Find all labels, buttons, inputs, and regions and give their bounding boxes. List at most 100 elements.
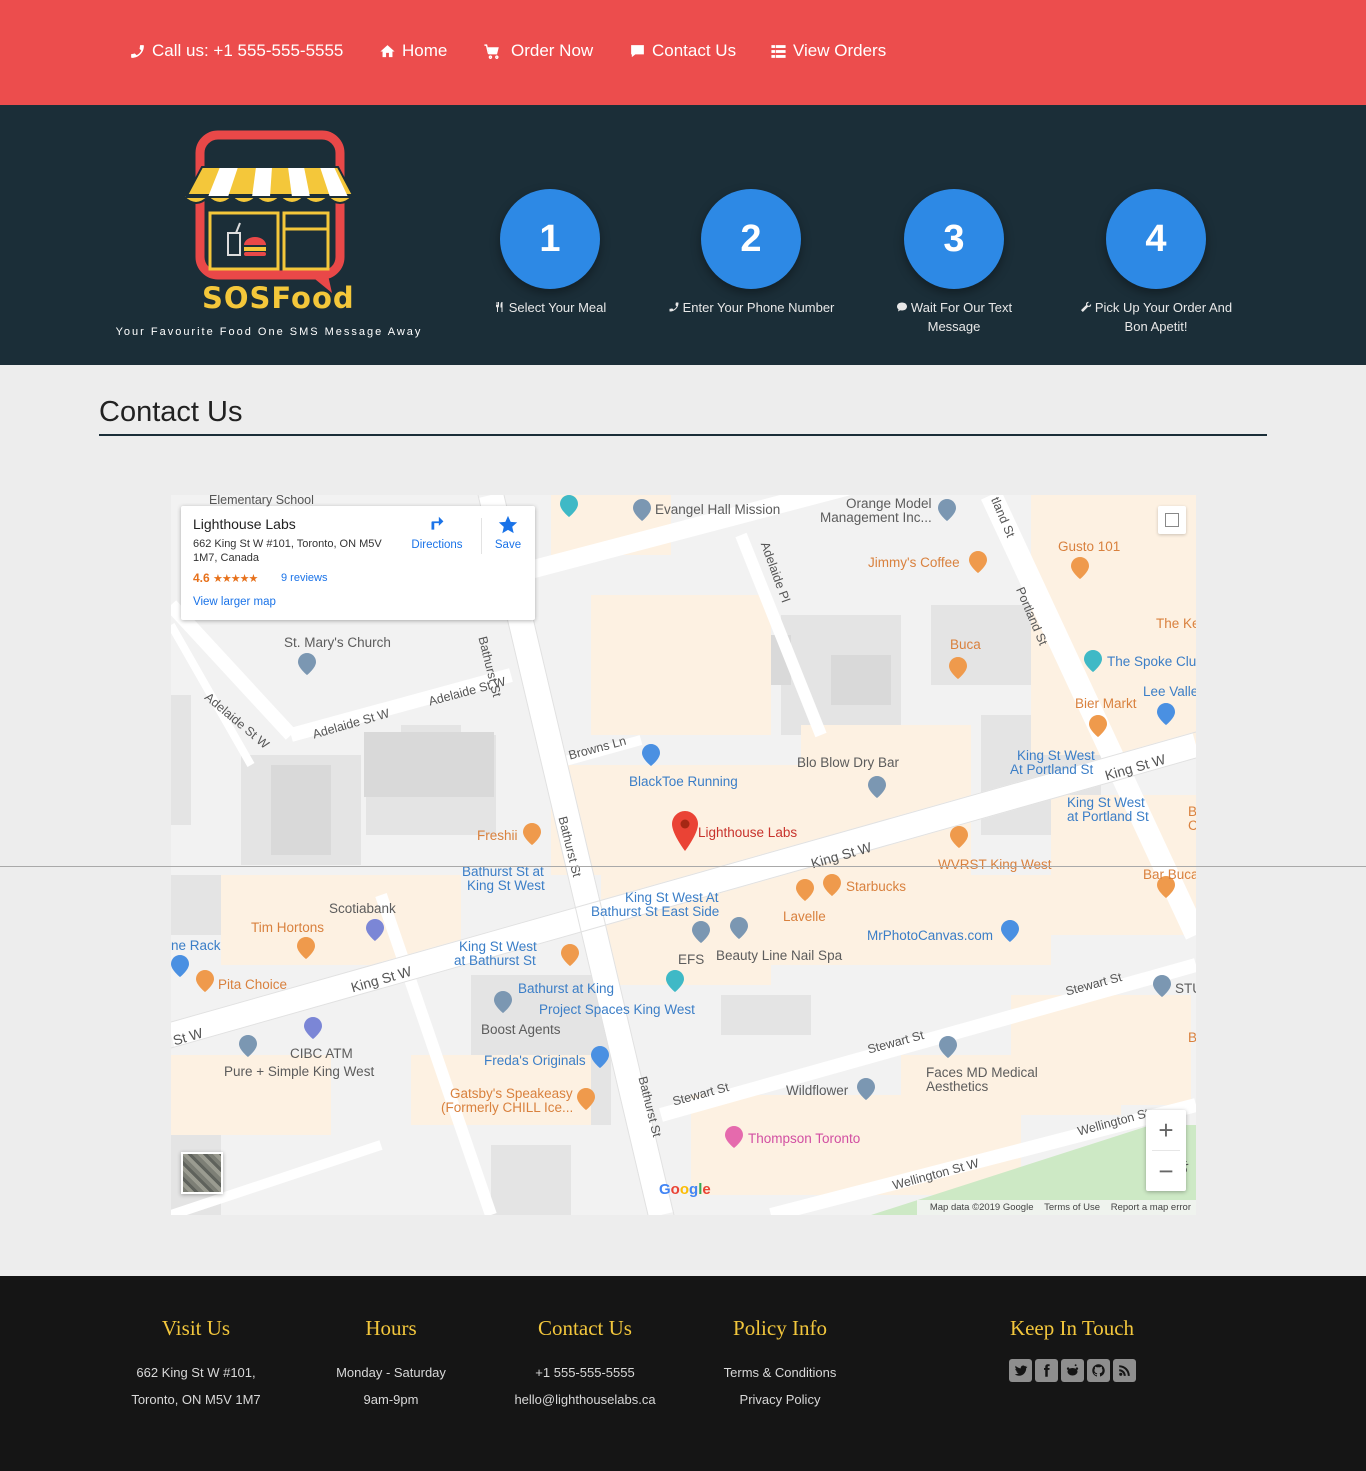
map-label: King St West: [1017, 748, 1095, 763]
restaurant-pin-icon: [950, 826, 968, 848]
reddit-icon[interactable]: [1060, 1359, 1084, 1382]
map-label: King St West: [467, 878, 545, 893]
map-label: The Spoke Clu: [1107, 654, 1196, 669]
github-icon[interactable]: [1086, 1359, 1110, 1382]
google-map[interactable]: Lighthouse Labs 662 King St W #101, Toro…: [171, 495, 1196, 1215]
map-label: Bier Markt: [1075, 696, 1137, 711]
wrench-icon: [1080, 301, 1091, 312]
cafe-pin-icon: [297, 937, 315, 959]
map-label: C: [1188, 818, 1196, 833]
map-label: MrPhotoCanvas.com: [867, 928, 994, 943]
privacy-link[interactable]: Privacy Policy: [682, 1386, 878, 1413]
title-divider: [99, 434, 1267, 436]
map-label: ne Rack: [171, 938, 221, 953]
place-rating: 4.6 ★★★★★: [193, 571, 258, 585]
call-us-link[interactable]: Call us: +1 555-555-5555: [129, 41, 343, 61]
comment-icon: [631, 44, 644, 57]
shopping-pin-icon: [642, 744, 660, 766]
step-label: Pick Up Your Order And Bon Apetit!: [1071, 298, 1241, 336]
poi-pin-icon: [633, 499, 651, 521]
card-separator: [481, 518, 482, 554]
map-label: Faces MD Medical: [926, 1065, 1038, 1080]
rating-stars: ★★★★★: [213, 573, 258, 585]
home-icon: [380, 44, 395, 57]
map-label: Starbucks: [846, 879, 907, 894]
poi-pin-icon: [692, 921, 710, 943]
location-marker-icon: [672, 811, 698, 851]
save-button[interactable]: Save: [483, 514, 533, 551]
facebook-icon[interactable]: [1034, 1359, 1058, 1382]
footer-social: Keep In Touch: [974, 1316, 1170, 1382]
map-label: Aesthetics: [926, 1079, 989, 1094]
poi-pin-icon: [868, 776, 886, 798]
reviews-link[interactable]: 9 reviews: [281, 572, 327, 584]
map-label: The Ke: [1156, 616, 1196, 631]
footer-hours: Hours Monday - Saturday 9am-9pm: [293, 1316, 489, 1413]
footer-address-line1: 662 King St W #101,: [136, 1365, 256, 1380]
shopping-pin-icon: [1001, 920, 1019, 942]
footer-heading: Keep In Touch: [1009, 1316, 1135, 1340]
poi-pin-icon: [1084, 650, 1102, 672]
step-label: Enter Your Phone Number: [651, 298, 851, 317]
bar-pin-icon: [577, 1088, 595, 1110]
zoom-in-button[interactable]: +: [1146, 1110, 1186, 1150]
map-label: Pure + Simple King West: [224, 1064, 375, 1079]
fullscreen-button[interactable]: [1158, 506, 1186, 534]
step-label-text: Select Your Meal: [508, 300, 607, 315]
map-label: Blo Blow Dry Bar: [797, 755, 900, 770]
satellite-toggle-button[interactable]: [181, 1152, 223, 1194]
step-label: Wait For Our Text Message: [884, 298, 1024, 336]
shopping-pin-icon: [591, 1046, 609, 1068]
map-label: Buca: [950, 637, 981, 652]
restaurant-pin-icon: [196, 970, 214, 992]
directions-button[interactable]: Directions: [409, 514, 465, 551]
step-number: 3: [904, 189, 1004, 289]
view-larger-map-link[interactable]: View larger map: [193, 596, 276, 608]
map-label: King St West: [459, 939, 537, 954]
place-info-card: Lighthouse Labs 662 King St W #101, Toro…: [181, 506, 535, 620]
map-label: B: [1188, 804, 1196, 819]
map-label: Lee Valle: [1143, 684, 1196, 699]
map-label: (Formerly CHILL Ice...: [441, 1100, 574, 1115]
directions-icon: [431, 516, 444, 530]
church-pin-icon: [298, 653, 316, 675]
map-label: At Portland St: [1010, 762, 1094, 777]
twitter-icon[interactable]: [1008, 1359, 1032, 1382]
terms-link[interactable]: Terms & Conditions: [682, 1359, 878, 1386]
step-label: Select Your Meal: [450, 298, 650, 317]
zoom-out-button[interactable]: −: [1146, 1151, 1186, 1191]
bar-pin-icon: [561, 944, 579, 966]
poi-pin-icon: [857, 1078, 875, 1100]
map-label: Lighthouse Labs: [698, 825, 798, 840]
map-label: Bathurst St East Side: [591, 904, 720, 919]
footer-phone[interactable]: +1 555-555-5555: [487, 1359, 683, 1386]
step-4: 4 Pick Up Your Order And Bon Apetit!: [1056, 189, 1256, 336]
footer-contact: Contact Us +1 555-555-5555 hello@lightho…: [487, 1316, 683, 1413]
report-map-error-link[interactable]: Report a map error: [1111, 1202, 1191, 1213]
footer-email[interactable]: hello@lighthouselabs.ca: [487, 1386, 683, 1413]
rss-icon[interactable]: [1112, 1359, 1136, 1382]
map-label: Pita Choice: [218, 977, 288, 992]
directions-label: Directions: [411, 539, 463, 551]
brand-tagline: Your Favourite Food One SMS Message Away: [115, 326, 423, 338]
footer-hours-time: 9am-9pm: [363, 1392, 419, 1407]
phone-icon: [131, 44, 144, 58]
poi-pin-icon: [494, 991, 512, 1013]
map-data-text: Map data ©2019 Google: [929, 1202, 1034, 1213]
zoom-controls: + −: [1146, 1110, 1186, 1191]
order-now-link[interactable]: Order Now: [483, 41, 593, 61]
restaurant-pin-icon: [523, 823, 541, 845]
home-link[interactable]: Home: [379, 41, 447, 61]
hero-banner: SOSFood Your Favourite Food One SMS Mess…: [0, 105, 1366, 365]
footer-policy: Policy Info Terms & Conditions Privacy P…: [682, 1316, 878, 1413]
map-label: Freda's Originals: [484, 1053, 586, 1068]
view-orders-link[interactable]: View Orders: [770, 41, 886, 61]
map-label: Boost Agents: [481, 1022, 561, 1037]
map-label: at Bathurst St: [454, 953, 536, 968]
step-2: 2 Enter Your Phone Number: [651, 189, 851, 317]
terms-of-use-link[interactable]: Terms of Use: [1044, 1202, 1100, 1213]
shopping-pin-icon: [171, 955, 189, 977]
map-label: Tim Hortons: [251, 920, 325, 935]
map-label: Scotiabank: [329, 901, 396, 916]
contact-us-link[interactable]: Contact Us: [629, 41, 736, 61]
